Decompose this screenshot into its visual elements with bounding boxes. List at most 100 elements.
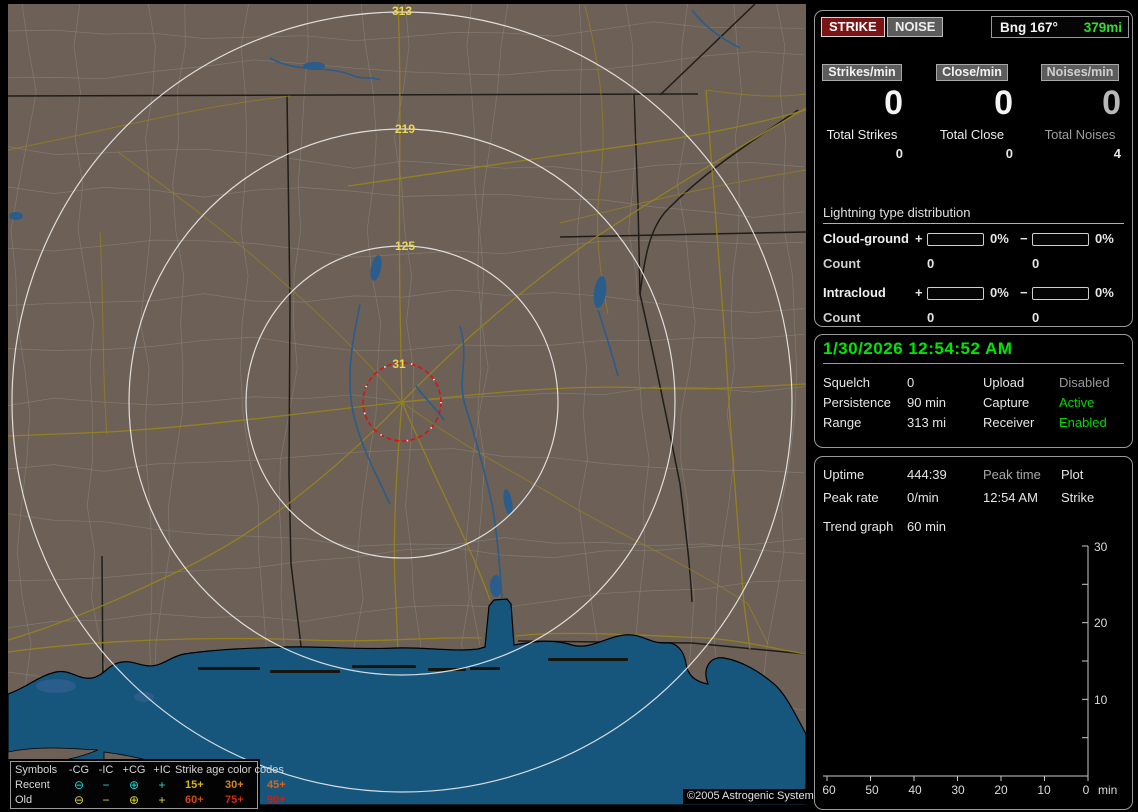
old-neg-cg-icon: ⊖: [73, 793, 85, 807]
old-pos-ic-icon: +: [158, 793, 166, 807]
plot-label: Plot: [1061, 467, 1084, 482]
close-counter-column: Close/min 0 Total Close 0: [929, 63, 1015, 161]
ring-label-219: 219: [395, 122, 415, 136]
svg-text:40: 40: [908, 783, 922, 797]
upload-status: Disabled: [1059, 375, 1110, 390]
legend-row-recent-label: Recent: [15, 779, 50, 791]
capture-label: Capture: [983, 395, 1030, 410]
strikes-counter-column: Strikes/min 0 Total Strikes 0: [819, 63, 905, 161]
legend-header-pos-ic: +IC: [153, 764, 171, 776]
total-strikes-label: Total Strikes: [826, 127, 898, 142]
status-panel: 1/30/2026 12:54:52 AM Squelch 0 Upload D…: [814, 334, 1133, 448]
legend-age-title: Strike age color codes: [175, 764, 284, 776]
ic-negative-count: 0: [1032, 310, 1040, 325]
cloud-ground-row: Cloud-ground + 0% − 0%: [815, 231, 1132, 247]
noises-per-min-value: 0: [1102, 84, 1121, 122]
cloud-ground-label: Cloud-ground: [823, 231, 909, 246]
bearing-value: Bng 167°: [1000, 19, 1058, 35]
distribution-divider: [823, 223, 1124, 224]
plot-mode-value: Strike: [1061, 490, 1095, 505]
total-noises-label: Total Noises: [1044, 127, 1116, 142]
lightning-map: 313 219 125 31: [8, 4, 806, 805]
count-label: Count: [823, 310, 861, 325]
copyright-notice: ©2005 Astrogenic Systems: [683, 789, 824, 804]
age-code-90: 90+: [267, 794, 286, 806]
age-code-45: 45+: [267, 779, 286, 791]
stats-row: Peak rate 0/min 12:54 AM Strike: [815, 490, 1132, 507]
intracloud-label: Intracloud: [823, 285, 886, 300]
status-row: Range 313 mi Receiver Enabled: [815, 415, 1132, 432]
age-code-30: 30+: [225, 779, 244, 791]
trend-graph-window: 60 min: [907, 519, 947, 534]
legend-header-pos-cg: +CG: [122, 764, 146, 776]
legend-header-symbols: Symbols: [15, 764, 58, 776]
age-code-60: 60+: [185, 794, 204, 806]
strikes-per-min-header: Strikes/min: [822, 64, 902, 81]
strike-toggle-button[interactable]: STRIKE: [821, 17, 885, 37]
status-row: Squelch 0 Upload Disabled: [815, 375, 1132, 392]
bearing-readout: Bng 167° 379mi: [991, 16, 1129, 38]
trend-y-ticks: [1082, 545, 1088, 739]
cg-negative-pct: 0%: [1095, 231, 1114, 246]
symbol-legend: Symbols -CG -IC +CG +IC Strike age color…: [10, 761, 286, 809]
close-per-min-header: Close/min: [936, 64, 1008, 81]
trend-y-label-10: 10: [1094, 693, 1108, 707]
uptime-value: 444:39: [907, 467, 947, 482]
old-neg-ic-icon: −: [102, 793, 110, 807]
cg-negative-count: 0: [1032, 256, 1040, 271]
cg-negative-bar: [1032, 233, 1089, 246]
noise-toggle-button[interactable]: NOISE: [887, 17, 944, 37]
trend-y-label-20: 20: [1094, 616, 1108, 630]
ring-label-125: 125: [395, 239, 415, 253]
cloud-ground-count-row: Count 0 0: [815, 256, 1132, 272]
strikes-per-min-value: 0: [884, 84, 903, 122]
range-label: Range: [823, 415, 862, 430]
trend-x-labels: 60 50 40 30 20 10 0: [822, 783, 1089, 797]
recent-pos-cg-icon: ⊕: [128, 778, 140, 792]
count-label: Count: [823, 256, 861, 271]
noises-per-min-header: Noises/min: [1040, 64, 1120, 81]
trend-graph: 30 20 10 60 50 40 30 20 10 0 min: [822, 540, 1117, 797]
trend-graph-label: Trend graph: [823, 519, 894, 534]
counter-panel: STRIKE NOISE Bng 167° 379mi Strikes/min …: [814, 10, 1133, 327]
peak-time-label: Peak time: [983, 467, 1041, 482]
svg-text:10: 10: [1037, 783, 1051, 797]
range-value: 313 mi: [907, 415, 947, 430]
squelch-value: 0: [907, 375, 915, 390]
old-pos-cg-icon: ⊕: [128, 793, 140, 807]
minus-sign: −: [1020, 231, 1028, 246]
close-per-min-value: 0: [994, 84, 1013, 122]
total-close-label: Total Close: [939, 127, 1005, 142]
legend-header-neg-ic: -IC: [98, 764, 114, 776]
cg-positive-pct: 0%: [990, 231, 1009, 246]
peak-rate-value: 0/min: [907, 490, 939, 505]
map-canvas[interactable]: 313 219 125 31: [8, 4, 806, 805]
persistence-value: 90 min: [907, 395, 947, 410]
status-row: Persistence 90 min Capture Active: [815, 395, 1132, 412]
intracloud-row: Intracloud + 0% − 0%: [815, 285, 1132, 301]
svg-text:50: 50: [865, 783, 879, 797]
upload-label: Upload: [983, 375, 1025, 390]
persistence-label: Persistence: [823, 395, 891, 410]
squelch-label: Squelch: [823, 375, 870, 390]
trend-x-ticks: [826, 776, 1089, 781]
bearing-distance: 379mi: [1083, 19, 1122, 35]
distribution-title: Lightning type distribution: [823, 205, 971, 220]
svg-text:60: 60: [822, 783, 836, 797]
ring-label-31: 31: [392, 357, 406, 371]
trend-x-unit: min: [1098, 783, 1117, 797]
legend-header-neg-cg: -CG: [68, 764, 90, 776]
uptime-label: Uptime: [823, 467, 865, 482]
legend-row-old-label: Old: [15, 794, 33, 806]
noises-counter-column: Noises/min 0 Total Noises 4: [1037, 63, 1123, 161]
cg-positive-count: 0: [927, 256, 935, 271]
capture-status: Active: [1059, 395, 1095, 410]
ic-negative-bar: [1032, 287, 1089, 300]
cg-positive-bar: [927, 233, 984, 246]
recent-neg-cg-icon: ⊖: [73, 778, 85, 792]
peak-rate-label: Peak rate: [823, 490, 879, 505]
recent-pos-ic-icon: +: [158, 778, 166, 792]
trend-y-label-30: 30: [1094, 540, 1108, 554]
svg-text:30: 30: [951, 783, 965, 797]
svg-text:0: 0: [1083, 783, 1090, 797]
